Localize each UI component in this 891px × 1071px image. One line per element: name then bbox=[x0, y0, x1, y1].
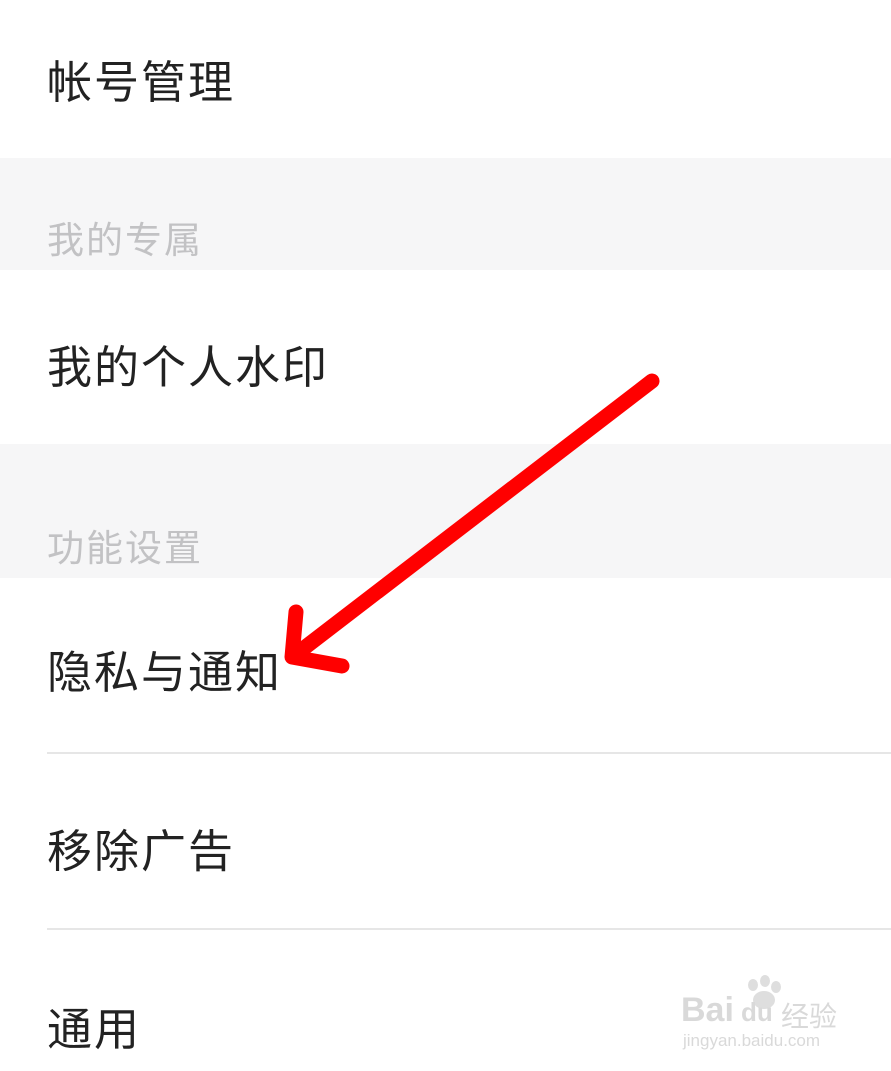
section-features-label: 功能设置 bbox=[47, 527, 203, 570]
personal-watermark-item[interactable]: 我的个人水印 bbox=[0, 270, 891, 444]
privacy-notification-label: 隐私与通知 bbox=[47, 646, 283, 699]
watermark-logo-text: Bai bbox=[681, 991, 734, 1029]
account-management-label: 帐号管理 bbox=[47, 56, 236, 109]
privacy-notification-item[interactable]: 隐私与通知 bbox=[0, 578, 891, 753]
watermark-logo-suffix: du bbox=[741, 997, 773, 1027]
watermark-cn-text: 经验 bbox=[781, 1001, 838, 1032]
watermark-url-text: jingyan.baidu.com bbox=[683, 1031, 821, 1050]
baidu-jingyan-watermark: Bai du 经验 jingyan.baidu.com bbox=[681, 973, 851, 1053]
general-label: 通用 bbox=[47, 1003, 142, 1056]
section-header-features: 功能设置 bbox=[0, 444, 891, 578]
section-header-exclusive: 我的专属 bbox=[0, 158, 891, 270]
remove-ads-label: 移除广告 bbox=[47, 825, 236, 878]
settings-screen: 帐号管理 我的专属 我的个人水印 功能设置 隐私与通知 移除广告 通用 Bai … bbox=[0, 0, 891, 1071]
personal-watermark-label: 我的个人水印 bbox=[47, 341, 330, 394]
remove-ads-item[interactable]: 移除广告 bbox=[0, 754, 891, 929]
section-exclusive-label: 我的专属 bbox=[47, 219, 203, 262]
account-management-item[interactable]: 帐号管理 bbox=[0, 0, 891, 158]
